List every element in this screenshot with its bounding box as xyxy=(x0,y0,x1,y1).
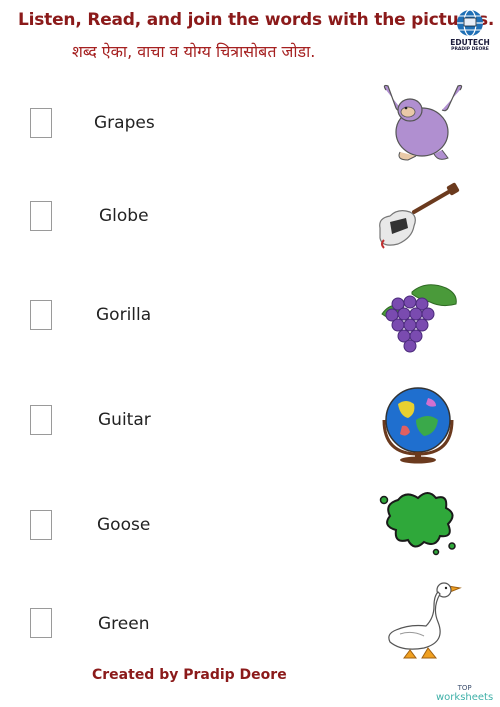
worksheet-title: Listen, Read, and join the words with th… xyxy=(18,10,495,30)
credit-text: Created by Pradip Deore xyxy=(92,667,287,683)
word-5: Goose xyxy=(97,515,151,535)
word-3: Gorilla xyxy=(96,305,152,325)
word-2: Globe xyxy=(99,206,149,226)
word-6: Green xyxy=(98,614,150,634)
globe-picture xyxy=(382,387,454,464)
answer-box-4[interactable] xyxy=(30,405,52,435)
gorilla-picture xyxy=(383,84,463,161)
grapes-picture xyxy=(381,284,457,353)
answer-box-5[interactable] xyxy=(30,510,52,540)
answer-box-3[interactable] xyxy=(30,300,52,330)
word-1: Grapes xyxy=(94,113,155,133)
guitar-picture xyxy=(379,182,460,249)
logo-text-edutech: EDUTECH xyxy=(450,38,490,47)
topworksheets-logo: TOP worksheets xyxy=(436,684,493,703)
answer-box-1[interactable] xyxy=(30,108,52,138)
answer-box-6[interactable] xyxy=(30,608,52,638)
green-splat-picture xyxy=(379,492,456,556)
answer-box-2[interactable] xyxy=(30,201,52,231)
globe-computer-icon xyxy=(457,9,483,37)
edutech-logo: EDUTECH PRADIP DEORE xyxy=(448,8,492,62)
brand-top: TOP xyxy=(457,684,472,692)
brand-bottom: worksheets xyxy=(436,692,494,703)
word-4: Guitar xyxy=(98,410,151,430)
worksheet-subtitle-marathi: शब्द ऐका, वाचा व योग्य चित्रासोबत जोडा. xyxy=(72,42,316,61)
goose-picture xyxy=(388,582,462,659)
logo-text-name: PRADIP DEORE xyxy=(451,47,489,52)
